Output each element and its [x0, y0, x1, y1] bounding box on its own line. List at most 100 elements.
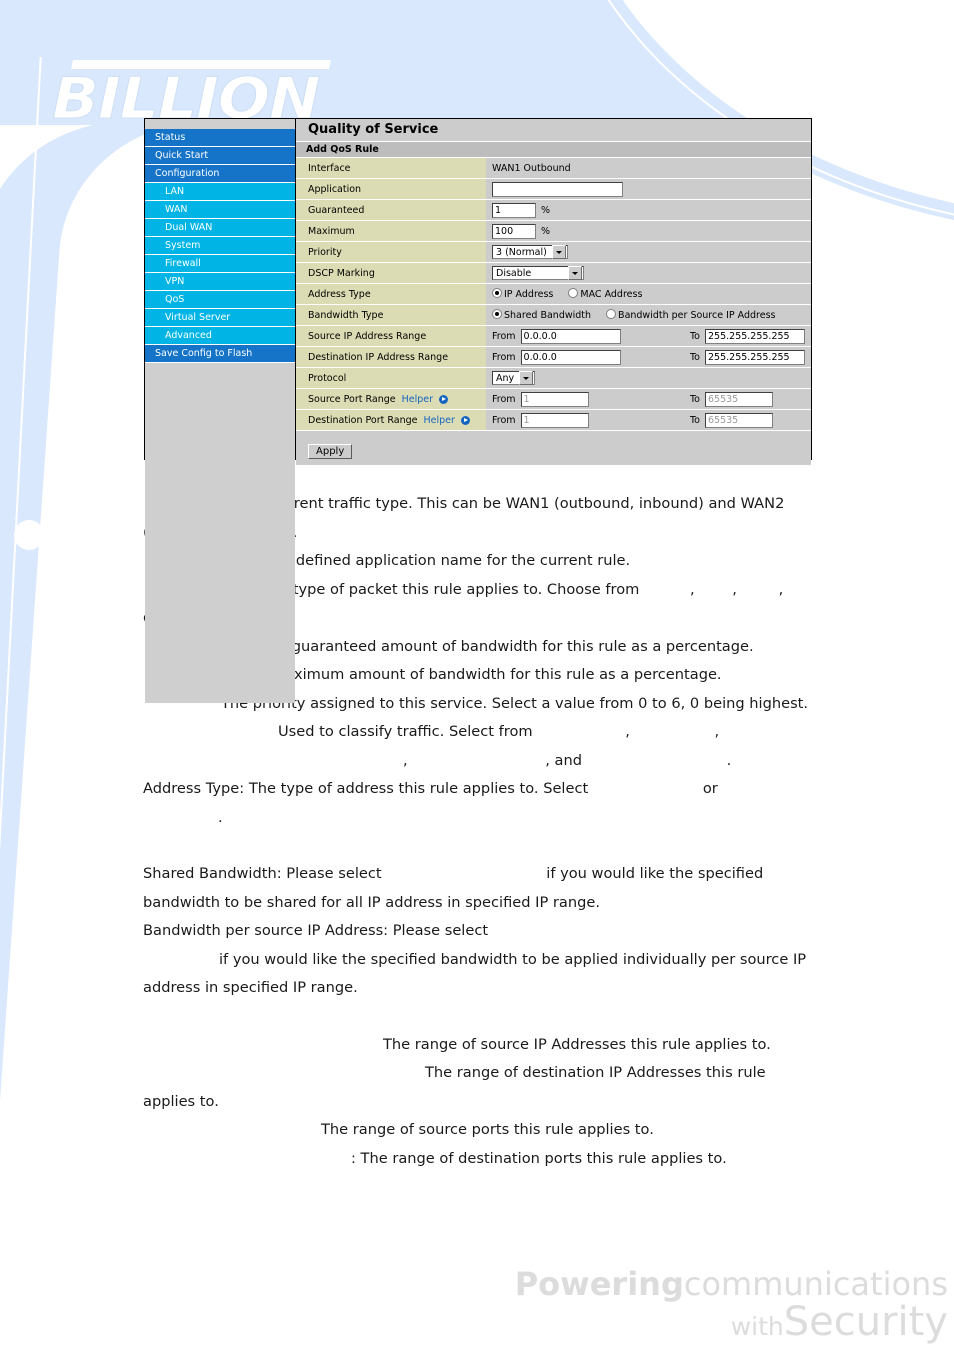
- value-destination-port-range: From To: [486, 410, 811, 430]
- maximum-percent-label: %: [541, 225, 551, 237]
- paragraph-shared-bandwidth: Shared Bandwidth: Please select if you w…: [143, 860, 818, 917]
- radio-option-shared-bandwidth[interactable]: Shared Bandwidth: [492, 309, 591, 321]
- label-destination-port-range: Destination Port Range Helper: [296, 410, 486, 430]
- sidebar-item-wan[interactable]: WAN: [145, 201, 295, 219]
- ribbon-dot-3: [28, 1245, 58, 1275]
- form-row-destination-port-range: Destination Port Range Helper From To: [296, 410, 811, 431]
- sidebar-item-dual-wan[interactable]: Dual WAN: [145, 219, 295, 237]
- source-port-helper-link[interactable]: Helper: [402, 394, 433, 405]
- text-dscp-sep-3: ,: [403, 751, 408, 769]
- paragraph-destination-port-range: : The range of destination ports this ru…: [143, 1145, 818, 1174]
- destination-ip-from-label: From: [492, 351, 516, 363]
- source-port-from-input[interactable]: [520, 391, 589, 407]
- sidebar-top-spacer: [145, 119, 295, 129]
- sidebar-item-configuration[interactable]: Configuration: [145, 165, 295, 183]
- radio-label-ip-address: IP Address: [504, 289, 554, 300]
- label-protocol: Protocol: [296, 368, 486, 388]
- destination-ip-from-input[interactable]: [520, 349, 621, 365]
- sidebar-item-system[interactable]: System: [145, 237, 295, 255]
- radio-option-ip-address[interactable]: IP Address: [492, 288, 553, 300]
- router-admin-screenshot: Status Quick Start Configuration LAN WAN…: [144, 118, 812, 703]
- destination-port-to-input[interactable]: [705, 412, 773, 428]
- section-title: Add QoS Rule: [296, 142, 811, 158]
- apply-button[interactable]: Apply: [308, 444, 353, 459]
- sidebar-item-vpn[interactable]: VPN: [145, 273, 295, 291]
- radio-icon-bandwidth-per-source-ip[interactable]: [606, 309, 617, 319]
- sidebar-item-save-config-to-flash[interactable]: Save Config to Flash: [145, 345, 295, 363]
- sidebar-item-lan[interactable]: LAN: [145, 183, 295, 201]
- value-maximum: %: [486, 221, 811, 241]
- radio-icon-ip-address[interactable]: [492, 288, 502, 298]
- source-ip-from-label: From: [492, 330, 516, 342]
- source-port-to-input[interactable]: [705, 391, 773, 407]
- label-dscp-marking: DSCP Marking: [296, 263, 486, 283]
- label-maximum: Maximum: [296, 221, 486, 241]
- value-bandwidth-type: Shared Bandwidth Bandwidth per Source IP…: [486, 305, 811, 325]
- text-dscp-sep-2: ,: [714, 723, 720, 740]
- sidebar-item-status[interactable]: Status: [145, 129, 295, 147]
- maximum-input[interactable]: [492, 223, 536, 239]
- form-row-guaranteed: Guaranteed %: [296, 200, 811, 221]
- form-row-dscp-marking: DSCP Marking Disable: [296, 263, 811, 284]
- radio-option-mac-address[interactable]: MAC Address: [568, 288, 642, 300]
- text-address-type-or: or: [702, 780, 718, 797]
- text-dscp-desc-end: .: [726, 751, 732, 769]
- text-bandwidth-per-ip-b: if you would like the specified bandwidt…: [143, 950, 807, 997]
- application-input[interactable]: [492, 181, 623, 197]
- paragraph-address-type: Address Type: The type of address this r…: [143, 775, 818, 832]
- value-interface: WAN1 Outbound: [486, 158, 811, 178]
- destination-ip-to-input[interactable]: [705, 349, 805, 365]
- label-address-type: Address Type: [296, 284, 486, 304]
- text-application-desc: User defined application name for the cu…: [258, 552, 631, 569]
- dscp-marking-select[interactable]: Disable: [492, 266, 584, 280]
- destination-port-from-input[interactable]: [520, 412, 589, 428]
- label-destination-port-range-text: Destination Port Range: [308, 414, 418, 426]
- text-source-port-range-desc: The range of source ports this rule appl…: [321, 1121, 654, 1138]
- radio-icon-shared-bandwidth[interactable]: [492, 309, 502, 319]
- paragraph-dscp-marking: Used to classify traffic. Select from , …: [143, 718, 818, 775]
- source-ip-to-input[interactable]: [705, 328, 805, 344]
- footer-communications: communications: [683, 1265, 948, 1303]
- sidebar-item-advanced[interactable]: Advanced: [145, 327, 295, 345]
- value-application: [486, 179, 811, 199]
- form-row-application: Application: [296, 179, 811, 200]
- text-protocol-sep-3: ,: [778, 580, 784, 598]
- text-guaranteed-desc: The guaranteed amount of bandwidth for t…: [260, 637, 754, 655]
- form-row-destination-ip-range: Destination IP Address Range From To: [296, 347, 811, 368]
- sidebar-item-virtual-server[interactable]: Virtual Server: [145, 309, 295, 327]
- value-guaranteed: %: [486, 200, 811, 220]
- form-row-interface: Interface WAN1 Outbound: [296, 158, 811, 179]
- protocol-select-value: Any: [496, 372, 515, 384]
- helper-arrow-icon[interactable]: [460, 415, 470, 425]
- label-source-ip-range: Source IP Address Range: [296, 326, 486, 346]
- text-dscp-sep-1: ,: [625, 723, 630, 740]
- protocol-select[interactable]: Any: [492, 371, 536, 385]
- ribbon-dot-1: [14, 520, 44, 550]
- value-address-type: IP Address MAC Address: [486, 284, 811, 304]
- text-protocol-desc-a: The type of packet this rule applies to.…: [261, 580, 640, 598]
- label-application: Application: [296, 179, 486, 199]
- radio-option-bandwidth-per-source-ip[interactable]: Bandwidth per Source IP Address: [606, 309, 775, 321]
- radio-label-shared-bandwidth: Shared Bandwidth: [504, 310, 592, 321]
- text-maximum-desc: The maximum amount of bandwidth for this…: [239, 666, 722, 683]
- value-source-port-range: From To: [486, 389, 811, 409]
- helper-arrow-icon[interactable]: [439, 394, 449, 404]
- value-destination-ip-range: From To: [486, 347, 811, 367]
- sidebar-item-quick-start[interactable]: Quick Start: [145, 147, 295, 165]
- paragraph-source-port-range: The range of source ports this rule appl…: [143, 1116, 818, 1145]
- radio-icon-mac-address[interactable]: [568, 288, 579, 298]
- priority-select[interactable]: 3 (Normal): [492, 245, 568, 259]
- chevron-down-icon: [519, 371, 534, 385]
- guaranteed-input[interactable]: [492, 202, 536, 218]
- source-port-to-label: To: [689, 393, 700, 405]
- label-source-port-range: Source Port Range Helper: [296, 389, 486, 409]
- destination-port-helper-link[interactable]: Helper: [424, 415, 455, 426]
- chevron-down-icon: [568, 266, 582, 280]
- label-destination-ip-range: Destination IP Address Range: [296, 347, 486, 367]
- form-row-source-ip-range: Source IP Address Range From To: [296, 326, 811, 347]
- footer-powering: Powering: [514, 1265, 684, 1303]
- sidebar-item-qos[interactable]: QoS: [145, 291, 295, 309]
- form-row-address-type: Address Type IP Address MAC Address: [296, 284, 811, 305]
- source-ip-from-input[interactable]: [520, 328, 621, 344]
- sidebar-item-firewall[interactable]: Firewall: [145, 255, 295, 273]
